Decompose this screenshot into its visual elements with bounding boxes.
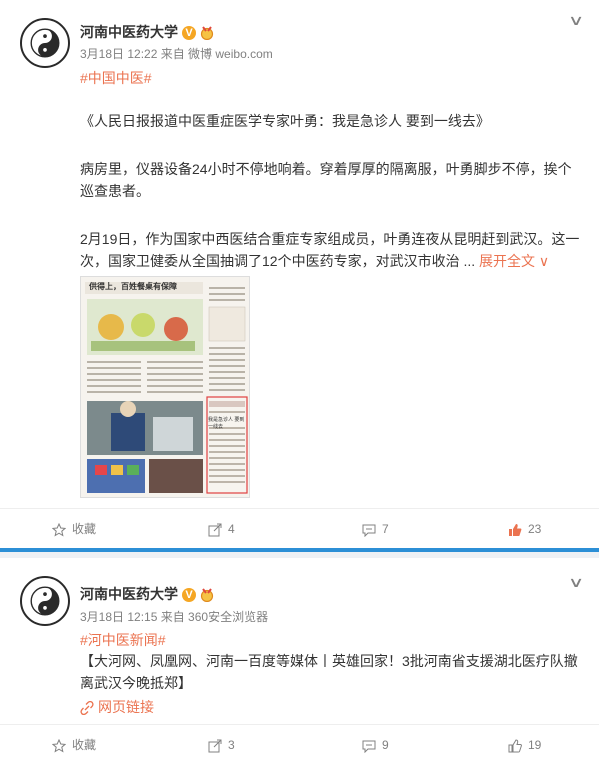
verified-icon: V [182,26,196,41]
separator-bar [0,548,599,552]
like-icon [508,739,522,753]
comment-button[interactable]: 7 [362,509,389,549]
username-text[interactable]: 河南中医药大学 [80,24,178,40]
repost-count[interactable]: 4 [228,522,235,536]
post-title: 《人民日报报道中医重症医学专家叶勇：我是急诊人 要到一线去》 [80,113,490,129]
favorite-button[interactable]: 收藏 [52,725,96,765]
avatar-logo [30,586,60,616]
like-count[interactable]: 19 [528,738,541,752]
avatar-logo [30,28,60,58]
like-icon [508,523,522,537]
username-text[interactable]: 河南中医药大学 [80,586,178,602]
web-link[interactable]: 网页链接 [80,697,154,717]
post-paragraph-1: 病房里，仪器设备24小时不停地响着。穿着厚厚的隔离服，叶勇脚步不停，挨个巡查患者… [80,161,572,199]
star-icon [52,522,66,537]
post-paragraph-2: 2月19日，作为国家中西医结合重症专家组成员，叶勇连夜从昆明赶到武汉。这一次，国… [80,228,580,272]
avatar[interactable] [20,18,70,68]
post-2-actions: 收藏 3 9 19 [0,724,599,765]
expand-button[interactable]: 展开全文 ∨ [479,253,549,269]
topic-tag[interactable]: #中国中医# [80,68,152,88]
weibo-post-2: 河南中医药大学 V 3月18日 12:15 来自 360安全浏览器 ∨ #河中医新… [0,558,599,765]
repost-icon [208,739,222,753]
post-meta: 3月18日 12:22 来自 微博 weibo.com [80,47,273,61]
newspaper-image[interactable]: 供得上，百姓餐桌有保障 我是急诊人 要到一线去 [80,276,250,498]
weibo-post-1: 河南中医药大学 V 3月18日 12:22 来自 微博 weibo.com ∨ #… [0,0,599,548]
repost-icon [208,523,222,537]
comment-button[interactable]: 9 [362,725,389,765]
verified-icon: V [182,588,196,603]
image-headline: 供得上，百姓餐桌有保障 [89,282,177,291]
expand-label[interactable]: 展开全文 [479,253,535,269]
image-boxed-text: 我是急诊人 要到一线去 [208,417,245,430]
like-button[interactable]: 19 [508,725,541,765]
comment-count[interactable]: 9 [382,738,389,752]
chevron-down-icon[interactable]: ∨ [568,12,584,29]
favorite-button[interactable]: 收藏 [52,509,96,549]
post-text: 【大河网、凤凰网、河南一百度等媒体丨英雄回家！3批河南省支援湖北医疗队撤离武汉今… [80,653,578,691]
favorite-label[interactable]: 收藏 [72,522,96,536]
repost-button[interactable]: 4 [208,509,235,549]
chevron-down-icon[interactable]: ∨ [568,574,584,591]
favorite-label[interactable]: 收藏 [72,738,96,752]
web-link-label[interactable]: 网页链接 [98,699,154,715]
post-1-actions: 收藏 4 7 23 [0,508,599,549]
comment-count[interactable]: 7 [382,522,389,536]
link-icon [80,701,94,716]
comment-icon [362,523,376,537]
topic-tag[interactable]: #河中医新闻# [80,630,166,650]
like-button[interactable]: 23 [508,509,541,549]
medal-icon [199,588,215,603]
star-icon [52,738,66,753]
comment-icon [362,739,376,753]
username[interactable]: 河南中医药大学 V [80,22,215,42]
repost-button[interactable]: 3 [208,725,235,765]
like-count[interactable]: 23 [528,522,541,536]
repost-count[interactable]: 3 [228,738,235,752]
medal-icon [199,26,215,41]
avatar[interactable] [20,576,70,626]
username[interactable]: 河南中医药大学 V [80,584,215,604]
post-separator [0,548,599,558]
post-meta: 3月18日 12:15 来自 360安全浏览器 [80,610,269,624]
